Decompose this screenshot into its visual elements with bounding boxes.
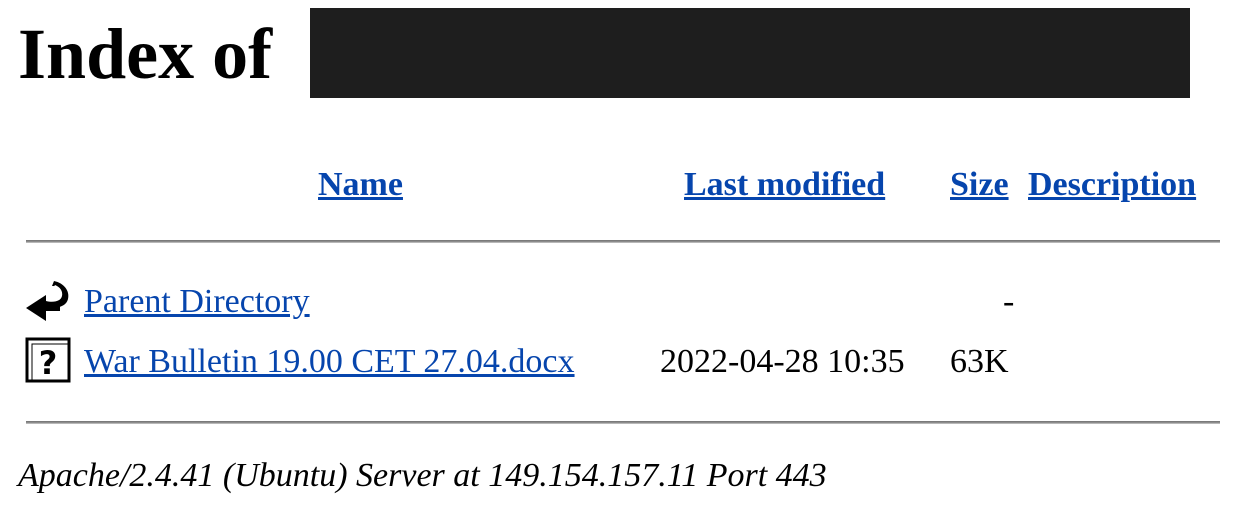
row-size: - [1003,283,1015,320]
column-header-size[interactable]: Size [950,160,1009,210]
page-title: Index of [18,14,273,94]
footer-divider [26,421,1220,424]
unknown-file-icon: ? [24,336,72,384]
row-link-parent-directory[interactable]: Parent Directory [84,278,310,326]
redaction-bar [310,8,1190,98]
column-header-name[interactable]: Name [318,160,403,210]
column-header-description[interactable]: Description [1028,160,1196,210]
column-header-last-modified[interactable]: Last modified [684,160,885,210]
row-size: 63K [950,343,1009,380]
server-signature: Apache/2.4.41 (Ubuntu) Server at 149.154… [18,457,827,494]
header-divider [26,240,1220,243]
row-last-modified: 2022-04-28 10:35 [660,343,905,380]
row-link-file[interactable]: War Bulletin 19.00 CET 27.04.docx [84,338,575,386]
back-icon [24,277,72,325]
svg-text:?: ? [39,344,58,382]
